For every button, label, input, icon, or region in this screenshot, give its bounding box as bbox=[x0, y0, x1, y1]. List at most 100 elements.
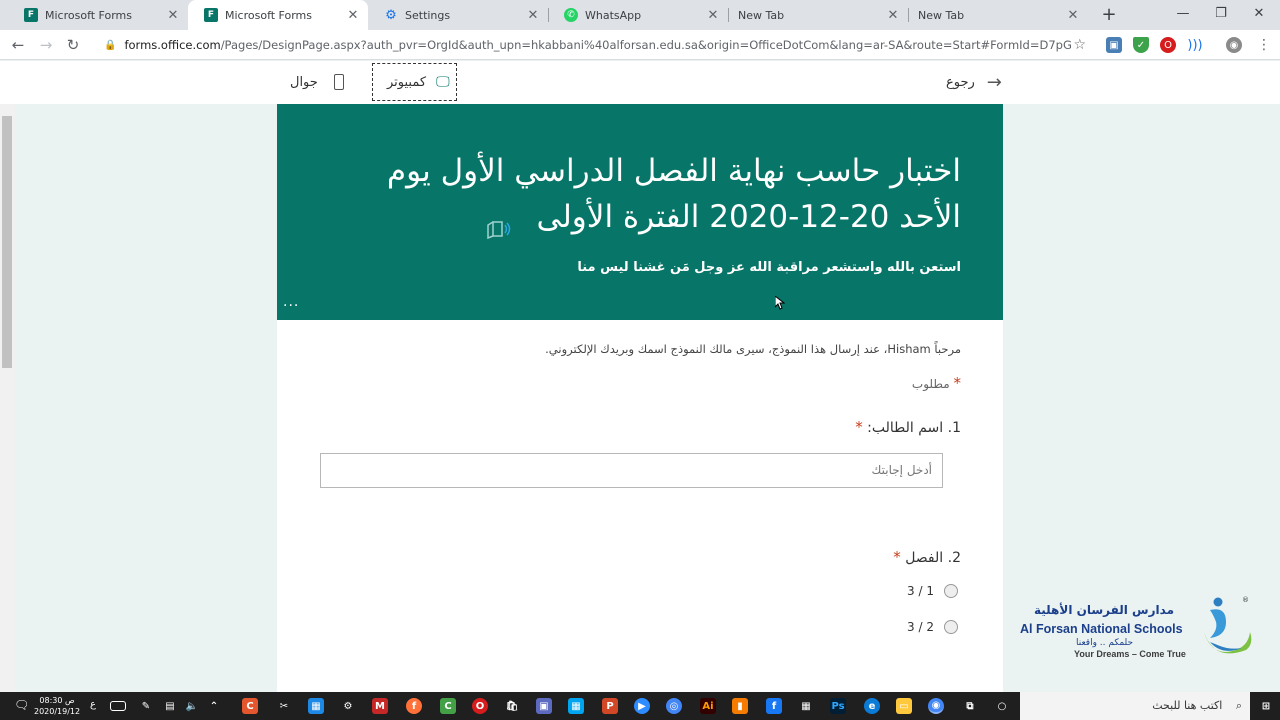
app-firefox-icon[interactable]: f bbox=[406, 698, 422, 714]
cortana-circle-icon[interactable]: ○ bbox=[994, 698, 1010, 714]
back-button[interactable]: رجوع → bbox=[946, 63, 1002, 101]
app-display-icon[interactable]: ▦ bbox=[308, 698, 324, 714]
app-facebook-icon[interactable]: f bbox=[766, 698, 782, 714]
question-number: 2. bbox=[947, 550, 961, 566]
phone-icon bbox=[333, 74, 344, 90]
pen-icon[interactable]: ✎ bbox=[138, 698, 154, 714]
app-camtasia-green-icon[interactable]: C bbox=[440, 698, 456, 714]
window-close-button[interactable]: ✕ bbox=[1240, 0, 1278, 30]
scrollbar-thumb[interactable] bbox=[2, 116, 12, 368]
close-icon[interactable]: ✕ bbox=[886, 8, 900, 23]
more-options-icon[interactable]: ... bbox=[283, 294, 299, 310]
app-illustrator-icon[interactable]: Ai bbox=[700, 698, 716, 714]
app-file-explorer-icon[interactable]: ▭ bbox=[896, 698, 912, 714]
computer-view-button[interactable]: كمبيوتر 🖵 bbox=[372, 63, 457, 101]
tab-microsoft-forms-2[interactable]: F Microsoft Forms ✕ bbox=[188, 0, 368, 30]
close-icon[interactable]: ✕ bbox=[526, 8, 540, 23]
input-language-indicator[interactable]: ع bbox=[90, 699, 96, 710]
question-2-title: 2. الفصل * bbox=[893, 548, 961, 566]
required-label: مطلوب bbox=[911, 377, 950, 391]
app-store-icon[interactable]: 🛍 bbox=[504, 698, 520, 714]
extension-opera-icon[interactable]: O bbox=[1160, 37, 1176, 53]
app-antivirus-icon[interactable]: M bbox=[372, 698, 388, 714]
minimize-button[interactable]: — bbox=[1164, 0, 1202, 30]
question-1-title: 1. اسم الطالب: * bbox=[855, 418, 961, 436]
svg-text:®: ® bbox=[1242, 596, 1249, 604]
app-edge-icon[interactable]: e bbox=[864, 698, 880, 714]
radio-button[interactable] bbox=[944, 584, 958, 598]
reload-icon[interactable]: ↻ bbox=[62, 34, 84, 56]
new-tab-button[interactable]: + bbox=[1098, 4, 1120, 26]
radio-option-1[interactable]: 1 / 3 bbox=[907, 584, 958, 598]
computer-label: كمبيوتر bbox=[387, 74, 427, 90]
taskbar-search-input[interactable]: ⌕ اكتب هنا للبحث bbox=[1020, 692, 1250, 720]
show-hidden-icons-chevron-icon[interactable]: ⌃ bbox=[206, 698, 222, 714]
windows-start-icon[interactable]: ⊞ bbox=[1258, 698, 1274, 714]
form-title-line-1: اختبار حاسب نهاية الفصل الدراسي الأول يو… bbox=[386, 153, 961, 189]
app-opera-icon[interactable]: O bbox=[472, 698, 488, 714]
network-icon[interactable]: ▤ bbox=[162, 698, 178, 714]
radio-button[interactable] bbox=[944, 620, 958, 634]
form-subtitle: استعن بالله واستشعر مراقبة الله عز وجل م… bbox=[577, 260, 961, 275]
app-zoom-icon[interactable]: ▶ bbox=[634, 698, 650, 714]
windows-taskbar: 🗨 08:30 ص 2020/19/12 ع ✎ ▤ 🔈 ⌃ C ✂ ▦ ⚙ M… bbox=[0, 692, 1280, 720]
address-bar[interactable]: 🔒 forms.office.com/Pages/DesignPage.aspx… bbox=[96, 33, 1094, 57]
app-calendar-icon[interactable]: ▦ bbox=[568, 698, 584, 714]
volume-icon[interactable]: 🔈 bbox=[184, 698, 200, 714]
app-photoshop-icon[interactable]: Ps bbox=[830, 698, 846, 714]
page-scrollbar[interactable] bbox=[0, 104, 15, 692]
notification-icon[interactable]: 🗨 bbox=[14, 698, 29, 712]
forms-icon: F bbox=[204, 8, 218, 22]
back-arrow-icon[interactable]: ← bbox=[7, 34, 29, 56]
greeting-text: مرحباً Hisham، عند إرسال هذا النموذج، سي… bbox=[545, 342, 961, 356]
app-settings-gear-icon[interactable]: ⚙ bbox=[340, 698, 356, 714]
tab-microsoft-forms-1[interactable]: F Microsoft Forms ✕ bbox=[8, 0, 188, 30]
app-camtasia-icon[interactable]: C bbox=[242, 698, 258, 714]
tab-new-tab-1[interactable]: New Tab ✕ bbox=[728, 0, 908, 30]
app-calculator-icon[interactable]: ▦ bbox=[798, 698, 814, 714]
app-snip-icon[interactable]: ✂ bbox=[276, 698, 292, 714]
clock-date: 2020/19/12 bbox=[34, 707, 81, 716]
required-asterisk: * bbox=[893, 548, 901, 566]
forward-arrow-icon[interactable]: → bbox=[35, 34, 57, 56]
app-teams-icon[interactable]: ▣ bbox=[536, 698, 552, 714]
whatsapp-icon: ✆ bbox=[564, 8, 578, 22]
close-icon[interactable]: ✕ bbox=[706, 8, 720, 23]
kebab-menu-icon[interactable]: ⋮ bbox=[1256, 37, 1272, 53]
school-logo: مدارس الفرسان الأهلية Al Forsan National… bbox=[1016, 592, 1256, 670]
close-icon[interactable]: ✕ bbox=[166, 8, 180, 23]
back-label: رجوع bbox=[946, 74, 975, 90]
extension-image-icon[interactable]: ▣ bbox=[1106, 37, 1122, 53]
tab-title: WhatsApp bbox=[585, 8, 642, 22]
tab-new-tab-2[interactable]: New Tab ✕ bbox=[908, 0, 1088, 30]
extension-shield-icon[interactable]: ✓ bbox=[1133, 37, 1149, 53]
tab-settings[interactable]: ⚙ Settings ✕ bbox=[368, 0, 548, 30]
clock-time: 08:30 ص bbox=[39, 696, 75, 705]
keyboard-icon[interactable] bbox=[110, 701, 126, 711]
close-icon[interactable]: ✕ bbox=[1066, 8, 1080, 23]
radio-option-2[interactable]: 2 / 3 bbox=[907, 620, 958, 634]
bookmark-star-icon[interactable]: ☆ bbox=[1073, 37, 1086, 53]
app-powerpoint-icon[interactable]: P bbox=[602, 698, 618, 714]
mobile-view-button[interactable]: جوال bbox=[290, 63, 344, 101]
app-chrome-alt-icon[interactable]: ◎ bbox=[666, 698, 682, 714]
required-asterisk: * bbox=[953, 374, 962, 392]
form-card: اختبار حاسب نهاية الفصل الدراسي الأول يو… bbox=[277, 104, 1003, 692]
extension-cast-icon[interactable]: ))) bbox=[1187, 37, 1203, 53]
taskbar-clock[interactable]: 08:30 ص 2020/19/12 bbox=[34, 695, 80, 717]
avatar[interactable]: ◉ bbox=[1226, 37, 1242, 53]
lock-icon[interactable]: 🔒 bbox=[104, 40, 116, 51]
app-files-icon[interactable]: ▮ bbox=[732, 698, 748, 714]
question-label: الفصل bbox=[905, 550, 944, 566]
close-icon[interactable]: ✕ bbox=[346, 8, 360, 23]
app-chrome-icon[interactable]: ◉ bbox=[928, 698, 944, 714]
maximize-button[interactable]: ❐ bbox=[1202, 0, 1240, 30]
form-title-line-2: الأحد 20-12-2020 الفترة الأولى bbox=[536, 199, 961, 235]
task-view-icon[interactable]: ⧉ bbox=[962, 698, 978, 714]
immersive-reader-icon[interactable] bbox=[486, 208, 513, 239]
tab-title: New Tab bbox=[918, 8, 965, 22]
student-name-input[interactable]: أدخل إجابتك bbox=[320, 453, 943, 488]
tab-title: Microsoft Forms bbox=[45, 8, 132, 22]
radio-option-label: 1 / 3 bbox=[907, 584, 934, 598]
tab-whatsapp[interactable]: ✆ WhatsApp ✕ bbox=[548, 0, 728, 30]
